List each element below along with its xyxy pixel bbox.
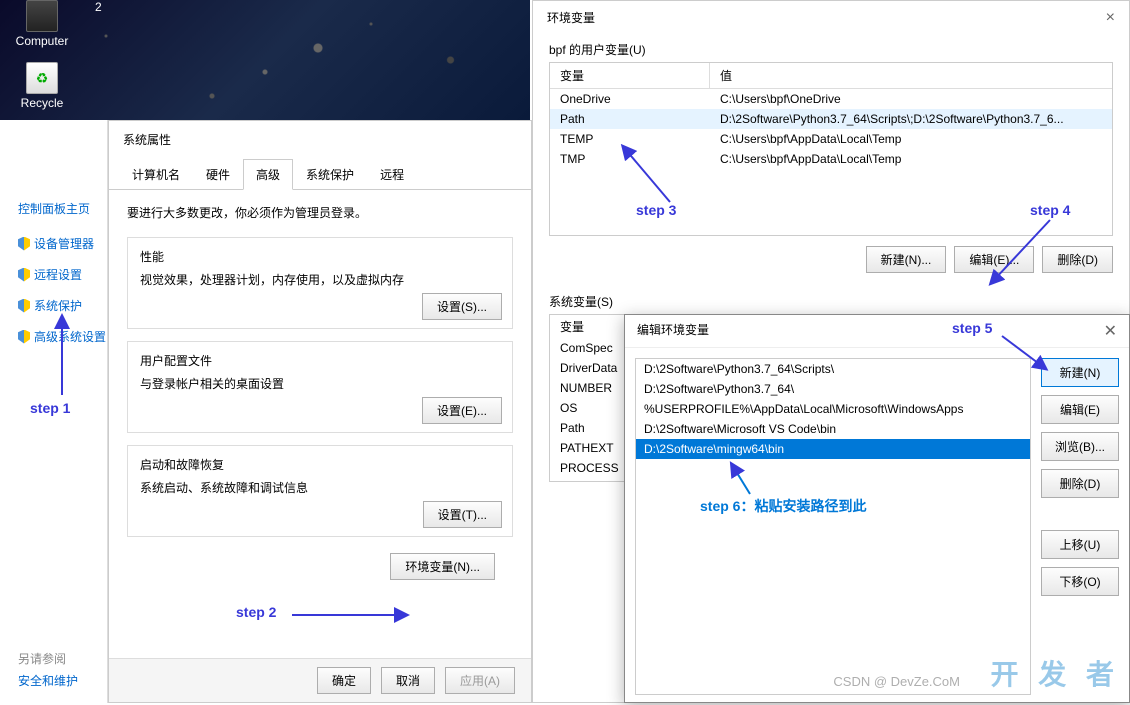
see-also-label: 另请参阅 — [18, 650, 66, 667]
group-desc: 视觉效果，处理器计划，内存使用，以及虚拟内存 — [140, 271, 500, 288]
shield-icon — [18, 268, 30, 282]
new-user-var-button[interactable]: 新建(N)... — [866, 246, 947, 273]
list-item[interactable]: D:\2Software\Python3.7_64\ — [636, 379, 1030, 399]
ok-button[interactable]: 确定 — [317, 667, 371, 694]
desktop-background: Computer 2 Recycle — [0, 0, 530, 120]
shield-icon — [18, 237, 30, 251]
group-desc: 系统启动、系统故障和调试信息 — [140, 479, 500, 496]
recycle-icon — [26, 62, 58, 94]
performance-settings-button[interactable]: 设置(S)... — [422, 293, 502, 320]
sidebar-device-manager[interactable]: 设备管理器 — [18, 235, 108, 252]
security-maintenance-link[interactable]: 安全和维护 — [18, 672, 78, 689]
group-desc: 与登录帐户相关的桌面设置 — [140, 375, 500, 392]
sidebar-system-protection[interactable]: 系统保护 — [18, 297, 108, 314]
dialog-body: 要进行大多数更改，你必须作为管理员登录。 性能 视觉效果，处理器计划，内存使用，… — [109, 190, 531, 608]
apply-button[interactable]: 应用(A) — [445, 667, 515, 694]
list-item[interactable]: D:\2Software\Python3.7_64\Scripts\ — [636, 359, 1030, 379]
hdr-val: 值 — [710, 63, 1112, 88]
tab-system-protection[interactable]: 系统保护 — [293, 159, 367, 190]
tab-advanced[interactable]: 高级 — [243, 159, 293, 190]
sys-vars-title: 系统变量(S) — [533, 287, 1129, 314]
dialog-title: 环境变量 — [547, 9, 595, 27]
watermark: 开 发 者 — [990, 653, 1120, 693]
system-properties-dialog: 系统属性 计算机名 硬件 高级 系统保护 远程 要进行大多数更改，你必须作为管理… — [108, 120, 532, 703]
recycle-label: Recycle — [12, 96, 72, 110]
csdn-watermark: CSDN @ DevZe.CoM — [833, 674, 960, 689]
user-profiles-settings-button[interactable]: 设置(E)... — [422, 397, 502, 424]
move-up-button[interactable]: 上移(U) — [1041, 530, 1119, 559]
close-icon[interactable]: ✕ — [1104, 321, 1117, 341]
user-vars-table: 变量 值 OneDriveC:\Users\bpf\OneDrive PathD… — [549, 62, 1113, 236]
list-item[interactable]: D:\2Software\Microsoft VS Code\bin — [636, 419, 1030, 439]
environment-variables-button[interactable]: 环境变量(N)... — [390, 553, 495, 580]
side-button-column: 新建(N) 编辑(E) 浏览(B)... 删除(D) 上移(U) 下移(O) — [1041, 358, 1119, 695]
table-row[interactable]: OneDriveC:\Users\bpf\OneDrive — [550, 89, 1112, 109]
recycle-desktop-icon[interactable]: Recycle — [12, 62, 72, 110]
edit-environment-variable-dialog: 编辑环境变量 ✕ D:\2Software\Python3.7_64\Scrip… — [624, 314, 1130, 703]
dialog-title: 系统属性 — [109, 121, 531, 158]
new-path-button[interactable]: 新建(N) — [1041, 358, 1119, 387]
performance-group: 性能 视觉效果，处理器计划，内存使用，以及虚拟内存 设置(S)... — [127, 237, 513, 329]
tab-computer-name[interactable]: 计算机名 — [119, 159, 193, 190]
sidebar-control-panel-home[interactable]: 控制面板主页 — [18, 200, 108, 217]
startup-recovery-group: 启动和故障恢复 系统启动、系统故障和调试信息 设置(T)... — [127, 445, 513, 537]
table-header: 变量 值 — [550, 63, 1112, 89]
user-vars-title: bpf 的用户变量(U) — [533, 35, 1129, 62]
tab-remote[interactable]: 远程 — [367, 159, 417, 190]
shield-icon — [18, 330, 30, 344]
group-legend: 性能 — [140, 248, 500, 265]
tab-hardware[interactable]: 硬件 — [193, 159, 243, 190]
tab-bar: 计算机名 硬件 高级 系统保护 远程 — [109, 158, 531, 190]
hdr-var: 变量 — [550, 63, 710, 88]
edit-path-button[interactable]: 编辑(E) — [1041, 395, 1119, 424]
group-legend: 用户配置文件 — [140, 352, 500, 369]
admin-note: 要进行大多数更改，你必须作为管理员登录。 — [127, 204, 513, 221]
table-row[interactable]: TMPC:\Users\bpf\AppData\Local\Temp — [550, 149, 1112, 169]
computer-label: Computer — [12, 34, 72, 48]
dialog-title: 编辑环境变量 — [637, 321, 709, 341]
monitor-icon — [26, 0, 58, 32]
move-down-button[interactable]: 下移(O) — [1041, 567, 1119, 596]
table-row[interactable]: TEMPC:\Users\bpf\AppData\Local\Temp — [550, 129, 1112, 149]
delete-user-var-button[interactable]: 删除(D) — [1042, 246, 1113, 273]
group-legend: 启动和故障恢复 — [140, 456, 500, 473]
shield-icon — [18, 299, 30, 313]
edit-user-var-button[interactable]: 编辑(E)... — [954, 246, 1034, 273]
browse-path-button[interactable]: 浏览(B)... — [1041, 432, 1119, 461]
list-item[interactable]: D:\2Software\mingw64\bin — [636, 439, 1030, 459]
sidebar-remote-settings[interactable]: 远程设置 — [18, 266, 108, 283]
close-icon[interactable]: × — [1106, 9, 1115, 27]
user-vars-buttons: 新建(N)... 编辑(E)... 删除(D) — [533, 236, 1129, 283]
notification-badge: 2 — [95, 0, 102, 14]
computer-desktop-icon[interactable]: Computer — [12, 0, 72, 48]
path-list[interactable]: D:\2Software\Python3.7_64\Scripts\ D:\2S… — [635, 358, 1031, 695]
sidebar-advanced-settings[interactable]: 高级系统设置 — [18, 328, 108, 345]
user-profiles-group: 用户配置文件 与登录帐户相关的桌面设置 设置(E)... — [127, 341, 513, 433]
cancel-button[interactable]: 取消 — [381, 667, 435, 694]
startup-settings-button[interactable]: 设置(T)... — [423, 501, 502, 528]
delete-path-button[interactable]: 删除(D) — [1041, 469, 1119, 498]
list-item[interactable]: %USERPROFILE%\AppData\Local\Microsoft\Wi… — [636, 399, 1030, 419]
dialog-footer: 确定 取消 应用(A) — [109, 658, 531, 702]
table-row[interactable]: PathD:\2Software\Python3.7_64\Scripts\;D… — [550, 109, 1112, 129]
sidebar-links: 控制面板主页 设备管理器 远程设置 系统保护 高级系统设置 — [18, 200, 108, 359]
